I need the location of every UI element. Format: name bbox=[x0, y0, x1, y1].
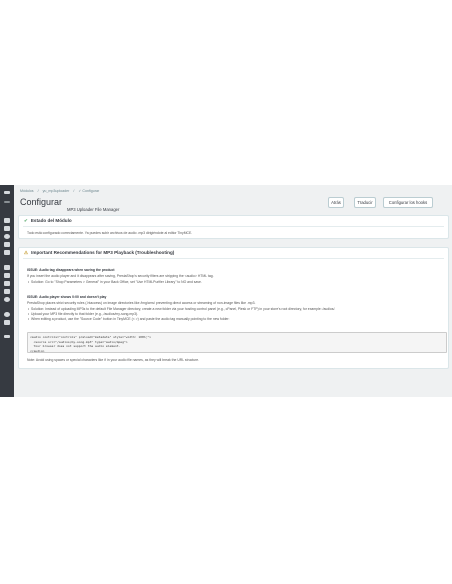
page-subtitle: MP3 Uploader File Manager bbox=[67, 207, 120, 212]
issue-text: If you insert the audio player and it di… bbox=[27, 274, 214, 278]
warning-panel-heading: ⚠ Important Recommendations for MP3 Playb… bbox=[24, 250, 174, 256]
warning-icon: ⚠ bbox=[24, 250, 29, 255]
issue-title: ISSUE: Audio player shows 0:00 and doesn… bbox=[27, 295, 107, 299]
catalog-icon[interactable] bbox=[4, 226, 10, 231]
check-icon: ✔ bbox=[24, 218, 28, 223]
customers-icon[interactable] bbox=[4, 234, 10, 239]
issue-title: ISSUE: Audio tag disappears when saving … bbox=[27, 268, 115, 272]
solution-item: Solution: Instead of uploading MP3s to t… bbox=[28, 307, 335, 311]
page-title: Configurar bbox=[20, 197, 63, 207]
breadcrumb-item[interactable]: Módulos bbox=[20, 189, 34, 193]
note-text: Note: Avoid using spaces or special char… bbox=[27, 358, 200, 362]
design-icon[interactable] bbox=[4, 273, 10, 278]
divider bbox=[23, 226, 444, 227]
issue-text: PrestaShop places strict security rules … bbox=[27, 301, 256, 305]
messages-icon[interactable] bbox=[4, 242, 10, 247]
solution-item: When editing a product, use the "Source … bbox=[28, 317, 229, 321]
solution-item: Upload your MP3 file directly to that fo… bbox=[28, 312, 138, 316]
status-panel-heading: ✔ Estado del Módulo bbox=[24, 218, 72, 224]
menu-icon[interactable] bbox=[4, 191, 10, 194]
extra-icon[interactable] bbox=[4, 335, 10, 338]
dashboard-icon[interactable] bbox=[4, 201, 10, 203]
main-content: Módulos / yu_mp3uploader / ✓ Configurar … bbox=[14, 185, 452, 397]
international-icon[interactable] bbox=[4, 297, 10, 302]
settings-icon[interactable] bbox=[4, 312, 10, 317]
back-button[interactable]: Atrás bbox=[328, 197, 344, 208]
code-line: <source src="/audios/my-song.mp3" type="… bbox=[30, 339, 128, 344]
admin-page: Módulos / yu_mp3uploader / ✓ Configurar … bbox=[0, 185, 452, 397]
stats-icon[interactable] bbox=[4, 250, 10, 255]
sidebar bbox=[0, 185, 14, 397]
breadcrumb-item[interactable]: yu_mp3uploader bbox=[43, 189, 70, 193]
warning-panel-title: Important Recommendations for MP3 Playba… bbox=[31, 250, 175, 255]
breadcrumb-separator: / bbox=[73, 189, 75, 193]
orders-icon[interactable] bbox=[4, 218, 10, 223]
translate-button[interactable]: Traducir bbox=[354, 197, 376, 208]
code-line: </audio> bbox=[30, 348, 45, 353]
payment-icon[interactable] bbox=[4, 289, 10, 294]
status-panel: ✔ Estado del Módulo Todo está configurado… bbox=[18, 215, 449, 239]
code-line: Your browser does not support the audio … bbox=[30, 344, 121, 348]
warning-panel: ⚠ Important Recommendations for MP3 Playb… bbox=[18, 247, 449, 369]
status-text: Todo está configurado correctamente. Ya … bbox=[27, 231, 193, 235]
breadcrumb-separator: / bbox=[37, 189, 39, 193]
status-panel-title: Estado del Módulo bbox=[30, 218, 72, 223]
advanced-icon[interactable] bbox=[4, 320, 10, 325]
divider bbox=[23, 258, 444, 259]
modules-icon[interactable] bbox=[4, 265, 10, 270]
breadcrumb-item: ✓ Configurar bbox=[78, 189, 100, 193]
breadcrumb: Módulos / yu_mp3uploader / ✓ Configurar bbox=[20, 189, 102, 193]
configure-hooks-button[interactable]: Configurar los hooks bbox=[383, 197, 433, 208]
solution-item: Solution: Go to "Shop Parameters > Gener… bbox=[28, 280, 202, 284]
code-line: <audio controls="controls" preload="meta… bbox=[30, 335, 152, 339]
code-block: <audio controls="controls" preload="meta… bbox=[27, 332, 447, 353]
shipping-icon[interactable] bbox=[4, 281, 10, 286]
